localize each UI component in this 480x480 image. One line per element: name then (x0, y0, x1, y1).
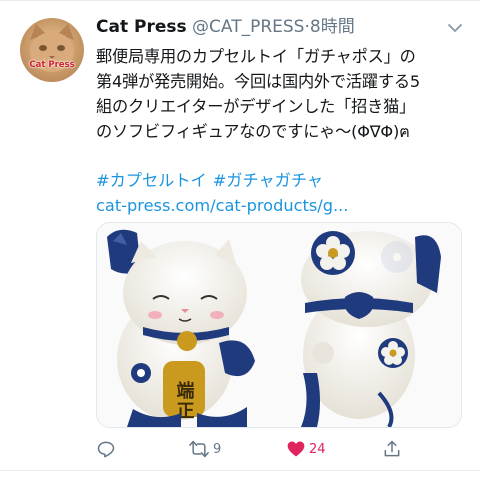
url-link[interactable]: cat-press.com/cat-products/g... (96, 193, 348, 218)
avatar-badge-label: Cat Press (29, 60, 75, 70)
top-divider (0, 0, 480, 1)
tweet-media[interactable]: 端正 (96, 222, 462, 428)
avatar[interactable]: Cat Press (20, 18, 84, 82)
reply-button[interactable] (96, 436, 116, 462)
share-button[interactable] (382, 436, 402, 462)
retweet-button[interactable]: 9 (188, 436, 221, 462)
share-icon (384, 440, 400, 457)
retweet-count: 9 (213, 441, 222, 457)
tweet-header: Cat Press @CAT_PRESS·8時間 (96, 12, 456, 42)
figure-photo: 端正 (97, 223, 461, 427)
tweet-text-line: 組のクリエイターがデザインした「招き猫」 (96, 97, 416, 116)
author-handle[interactable]: @CAT_PRESS (192, 17, 304, 37)
tweet-text: 郵便局専用のカプセルトイ「ガチャポス」の 第4弾が発売開始。今回は国内外で活躍する… (96, 44, 468, 144)
heart-icon (287, 441, 305, 457)
hashtag-link[interactable]: #ガチャガチャ (213, 171, 323, 190)
like-button[interactable]: 24 (286, 436, 326, 462)
hashtag-row: #カプセルトイ #ガチャガチャ (96, 168, 323, 193)
like-count: 24 (309, 441, 326, 457)
tweet-text-line: のソフビフィギュアなのですにゃ〜(Φ∇Φ)ฅ (96, 122, 410, 141)
cat-face-icon (30, 24, 74, 72)
author-name[interactable]: Cat Press (96, 17, 187, 37)
bottom-divider (0, 470, 480, 471)
reply-icon (97, 441, 115, 458)
tweet-text-line: 第4弾が発売開始。今回は国内外で活躍する5 (96, 72, 420, 91)
tweet-text-line: 郵便局専用のカプセルトイ「ガチャポス」の (96, 47, 416, 66)
chevron-down-icon[interactable] (445, 18, 465, 38)
hashtag-link[interactable]: #カプセルトイ (96, 171, 207, 190)
retweet-icon (189, 440, 209, 458)
timestamp[interactable]: 8時間 (310, 17, 355, 37)
tweet-actions: 9 24 (96, 432, 460, 466)
